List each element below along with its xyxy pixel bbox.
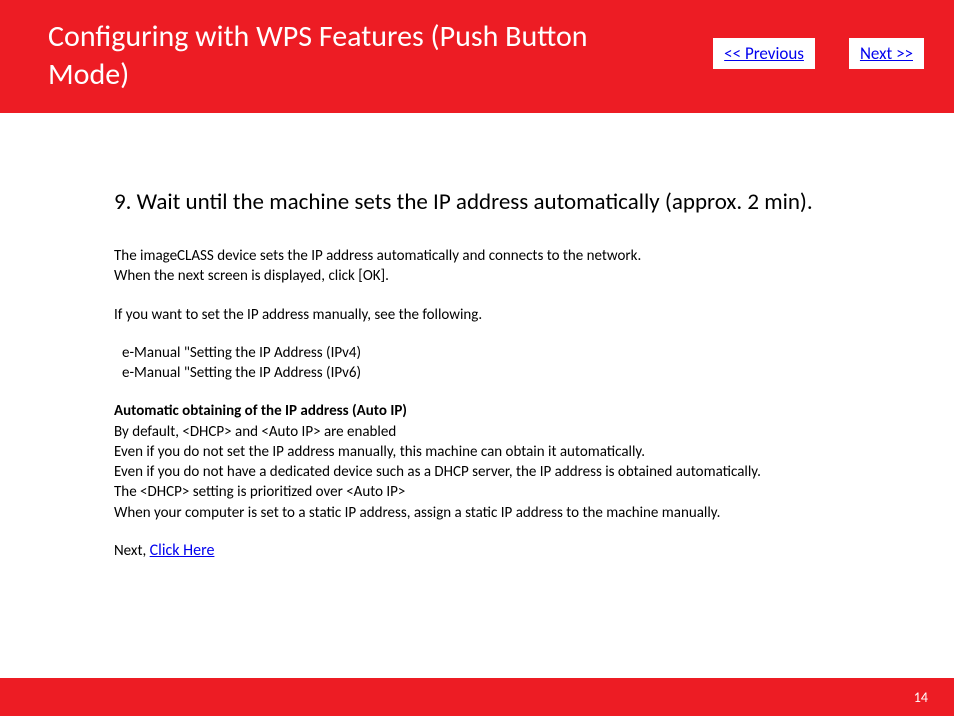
text-line: The imageCLASS device sets the IP addres…: [114, 246, 920, 266]
previous-button[interactable]: << Previous: [713, 38, 815, 69]
reference-line: e-Manual "Setting the IP Address (IPv6): [114, 363, 920, 383]
next-prefix: Next,: [114, 542, 150, 560]
auto-ip-section: Automatic obtaining of the IP address (A…: [114, 401, 920, 523]
next-line: Next, Click Here: [114, 541, 920, 561]
nav-buttons: << Previous Next >>: [713, 38, 924, 69]
manual-refs: e-Manual "Setting the IP Address (IPv4) …: [114, 343, 920, 384]
header-bar: Configuring with WPS Features (Push Butt…: [0, 0, 954, 113]
paragraph-1: The imageCLASS device sets the IP addres…: [114, 246, 920, 287]
text-line: If you want to set the IP address manual…: [114, 305, 920, 325]
page-number: 14: [914, 689, 928, 706]
paragraph-2: If you want to set the IP address manual…: [114, 305, 920, 325]
reference-line: e-Manual "Setting the IP Address (IPv4): [114, 343, 920, 363]
text-line: The <DHCP> setting is prioritized over <…: [114, 482, 920, 502]
text-line: When the next screen is displayed, click…: [114, 266, 920, 286]
click-here-link[interactable]: Click Here: [150, 541, 215, 560]
step-heading: 9. Wait until the machine sets the IP ad…: [114, 187, 874, 218]
text-line: When your computer is set to a static IP…: [114, 503, 920, 523]
footer-bar: 14: [0, 678, 954, 716]
text-line: Even if you do not have a dedicated devi…: [114, 462, 920, 482]
auto-ip-heading: Automatic obtaining of the IP address (A…: [114, 401, 920, 421]
text-line: Even if you do not set the IP address ma…: [114, 442, 920, 462]
next-button[interactable]: Next >>: [849, 38, 924, 69]
text-line: By default, <DHCP> and <Auto IP> are ena…: [114, 422, 920, 442]
content-area: 9. Wait until the machine sets the IP ad…: [0, 113, 920, 561]
page-title: Configuring with WPS Features (Push Butt…: [48, 18, 668, 93]
